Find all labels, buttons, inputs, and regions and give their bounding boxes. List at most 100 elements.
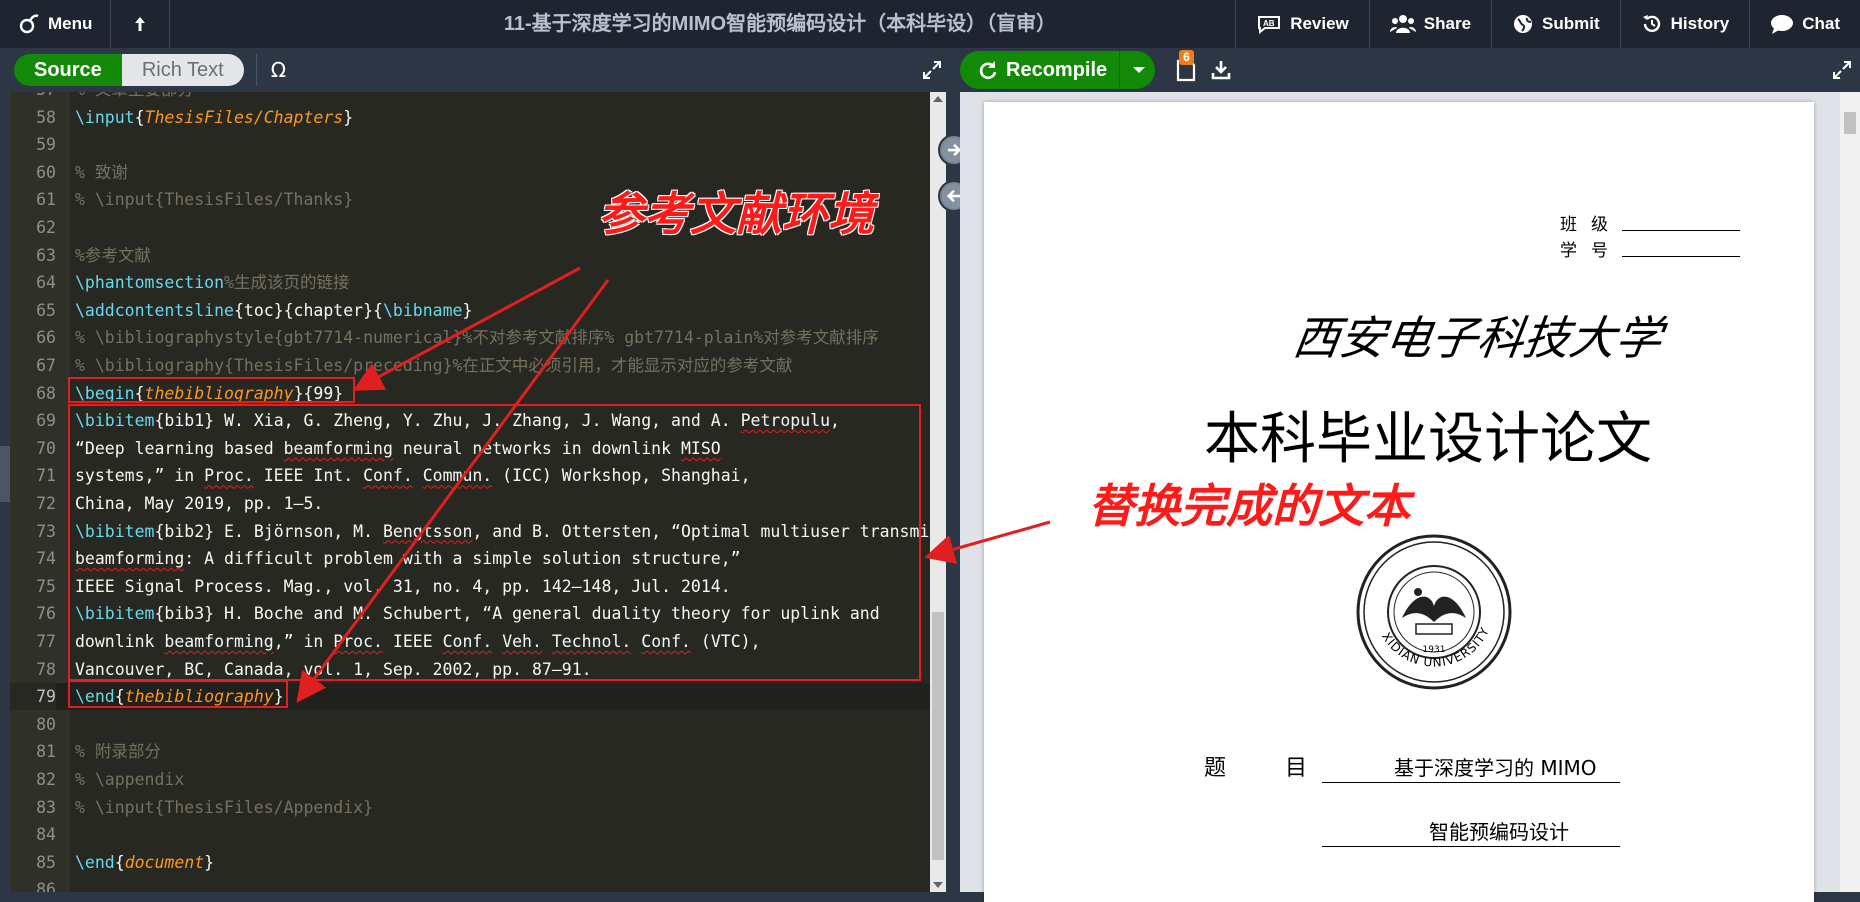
begin-bibliography-highlight bbox=[68, 377, 355, 403]
code-text[interactable]: \end{document} bbox=[75, 849, 214, 876]
code-text[interactable]: \addcontentsline{toc}{chapter}{\bibname} bbox=[75, 297, 472, 324]
line-number: 62 bbox=[36, 218, 56, 237]
file-tree-toggle[interactable] bbox=[0, 446, 10, 502]
code-line[interactable]: 83 % \input{ThesisFiles/Appendix} bbox=[10, 794, 930, 821]
topic-line-1: 基于深度学习的 MIMO bbox=[1394, 756, 1597, 780]
code-text[interactable]: \input{ThesisFiles/Chapters} bbox=[75, 104, 353, 131]
code-text[interactable]: % \input{ThesisFiles/Appendix} bbox=[75, 794, 373, 821]
arrow-up-icon bbox=[135, 17, 146, 31]
code-text[interactable]: % \bibliographystyle{gbt7714-numerical}%… bbox=[75, 324, 879, 351]
line-number: 82 bbox=[36, 770, 56, 789]
code-text[interactable]: % \appendix bbox=[75, 766, 184, 793]
code-line[interactable]: 57 % 文章主要部分 bbox=[10, 92, 930, 103]
chat-icon bbox=[1771, 15, 1794, 34]
chat-button[interactable]: Chat bbox=[1749, 0, 1860, 48]
line-number: 67 bbox=[36, 356, 56, 375]
menu-label: Menu bbox=[48, 14, 93, 33]
topic-underline-1 bbox=[1322, 782, 1620, 783]
editor-mode-toggle: Source Rich Text bbox=[14, 54, 244, 86]
logs-button[interactable]: 6 bbox=[1175, 50, 1197, 82]
recompile-options-dropdown[interactable] bbox=[1119, 51, 1155, 89]
preview-scrollbar-thumb[interactable] bbox=[1844, 112, 1856, 134]
expand-preview-icon[interactable] bbox=[1832, 60, 1852, 80]
code-line[interactable]: 81 % 附录部分 bbox=[10, 738, 930, 765]
users-icon bbox=[1389, 15, 1416, 33]
editor-scrollbar[interactable] bbox=[930, 92, 946, 892]
submit-button[interactable]: Submit bbox=[1491, 0, 1620, 48]
menu-logo-icon bbox=[19, 14, 39, 34]
code-line[interactable]: 84 bbox=[10, 821, 930, 848]
code-text[interactable]: % 文章主要部分 bbox=[75, 92, 194, 103]
history-button[interactable]: History bbox=[1619, 0, 1750, 48]
class-label: 班级 bbox=[1560, 215, 1622, 234]
top-bar: Menu 11-基于深度学习的MIMO智能预编码设计（本科毕设）（盲审） AB … bbox=[0, 0, 1860, 48]
scrollbar-thumb[interactable] bbox=[932, 612, 944, 860]
symbol-palette-button[interactable]: Ω bbox=[255, 54, 286, 86]
review-button[interactable]: AB Review bbox=[1235, 0, 1369, 48]
line-number: 60 bbox=[36, 162, 56, 182]
line-number: 69 bbox=[36, 411, 56, 431]
menu-button[interactable]: Menu bbox=[0, 0, 112, 48]
review-label: Review bbox=[1290, 14, 1349, 33]
line-number: 70 bbox=[36, 438, 56, 458]
code-line[interactable]: 65 \addcontentsline{toc}{chapter}{\bibnam… bbox=[10, 297, 930, 324]
code-line[interactable]: 85 \end{document} bbox=[10, 849, 930, 876]
rich-text-mode-button[interactable]: Rich Text bbox=[121, 54, 244, 86]
code-line[interactable]: 82 % \appendix bbox=[10, 766, 930, 793]
history-icon bbox=[1642, 15, 1660, 33]
line-number: 68 bbox=[36, 383, 56, 403]
code-text[interactable]: % 致谢 bbox=[75, 159, 128, 186]
code-line[interactable]: 58 \input{ThesisFiles/Chapters} bbox=[10, 104, 930, 131]
line-number: 63 bbox=[36, 245, 56, 265]
recompile-label: Recompile bbox=[1006, 58, 1108, 81]
topic-label-1: 题 bbox=[1204, 756, 1227, 781]
preview-toolbar: Recompile 6 bbox=[958, 48, 1860, 92]
share-label: Share bbox=[1423, 14, 1472, 33]
line-number: 72 bbox=[36, 494, 56, 513]
line-number: 86 bbox=[36, 880, 56, 892]
download-pdf-icon[interactable] bbox=[1211, 59, 1231, 81]
line-number: 76 bbox=[36, 604, 56, 624]
code-line[interactable]: 80 bbox=[10, 711, 930, 738]
refresh-icon bbox=[979, 61, 997, 80]
code-line[interactable]: 67 % \bibliography{ThesisFiles/preceding}… bbox=[10, 352, 930, 379]
code-text[interactable]: % 附录部分 bbox=[75, 738, 161, 765]
code-line[interactable]: 66 % \bibliographystyle{gbt7714-numerical… bbox=[10, 324, 930, 351]
recompile-button-group: Recompile bbox=[960, 51, 1156, 89]
preview-scrollbar[interactable] bbox=[1840, 92, 1860, 892]
code-text[interactable]: \phantomsection%生成该页的链接 bbox=[75, 269, 349, 296]
source-mode-button[interactable]: Source bbox=[14, 54, 122, 86]
scroll-up-arrow[interactable] bbox=[933, 96, 943, 102]
code-line[interactable]: 59 bbox=[10, 131, 930, 158]
line-number: 83 bbox=[36, 797, 56, 817]
university-emblem: 1931 XIDIAN UNIVERSITY bbox=[1356, 534, 1512, 690]
code-text[interactable]: % \bibliography{ThesisFiles/preceding}%在… bbox=[75, 352, 792, 379]
emblem-year: 1931 bbox=[1423, 645, 1446, 655]
history-label: History bbox=[1670, 14, 1730, 33]
share-button[interactable]: Share bbox=[1368, 0, 1491, 48]
replaced-text-highlight bbox=[68, 404, 921, 681]
class-underline bbox=[1622, 230, 1740, 231]
line-number: 64 bbox=[36, 273, 56, 293]
code-line[interactable]: 63 %参考文献 bbox=[10, 242, 930, 269]
line-number: 73 bbox=[36, 521, 56, 541]
replaced-text-annotation: 替换完成的文本 bbox=[1088, 479, 1410, 533]
end-bibliography-highlight bbox=[68, 680, 288, 708]
line-number: 78 bbox=[36, 659, 56, 679]
code-line[interactable]: 64 \phantomsection%生成该页的链接 bbox=[10, 269, 930, 296]
code-text[interactable]: %参考文献 bbox=[75, 242, 151, 269]
recompile-button[interactable]: Recompile bbox=[960, 51, 1119, 89]
university-name: 西安电子科技大学 bbox=[1289, 311, 1666, 365]
line-number: 59 bbox=[36, 135, 56, 155]
line-number: 75 bbox=[36, 576, 56, 596]
chat-label: Chat bbox=[1802, 14, 1840, 33]
editor-toolbar: Source Rich Text Ω bbox=[0, 48, 958, 92]
code-text[interactable]: % \input{ThesisFiles/Thanks} bbox=[75, 186, 353, 213]
globe-icon bbox=[1514, 15, 1533, 33]
expand-editor-icon[interactable] bbox=[922, 60, 942, 80]
scroll-down-arrow[interactable] bbox=[933, 882, 943, 888]
submit-label: Submit bbox=[1542, 14, 1600, 33]
line-number: 85 bbox=[36, 852, 56, 872]
up-level-button[interactable] bbox=[111, 0, 171, 48]
code-line[interactable]: 86 bbox=[10, 876, 930, 892]
